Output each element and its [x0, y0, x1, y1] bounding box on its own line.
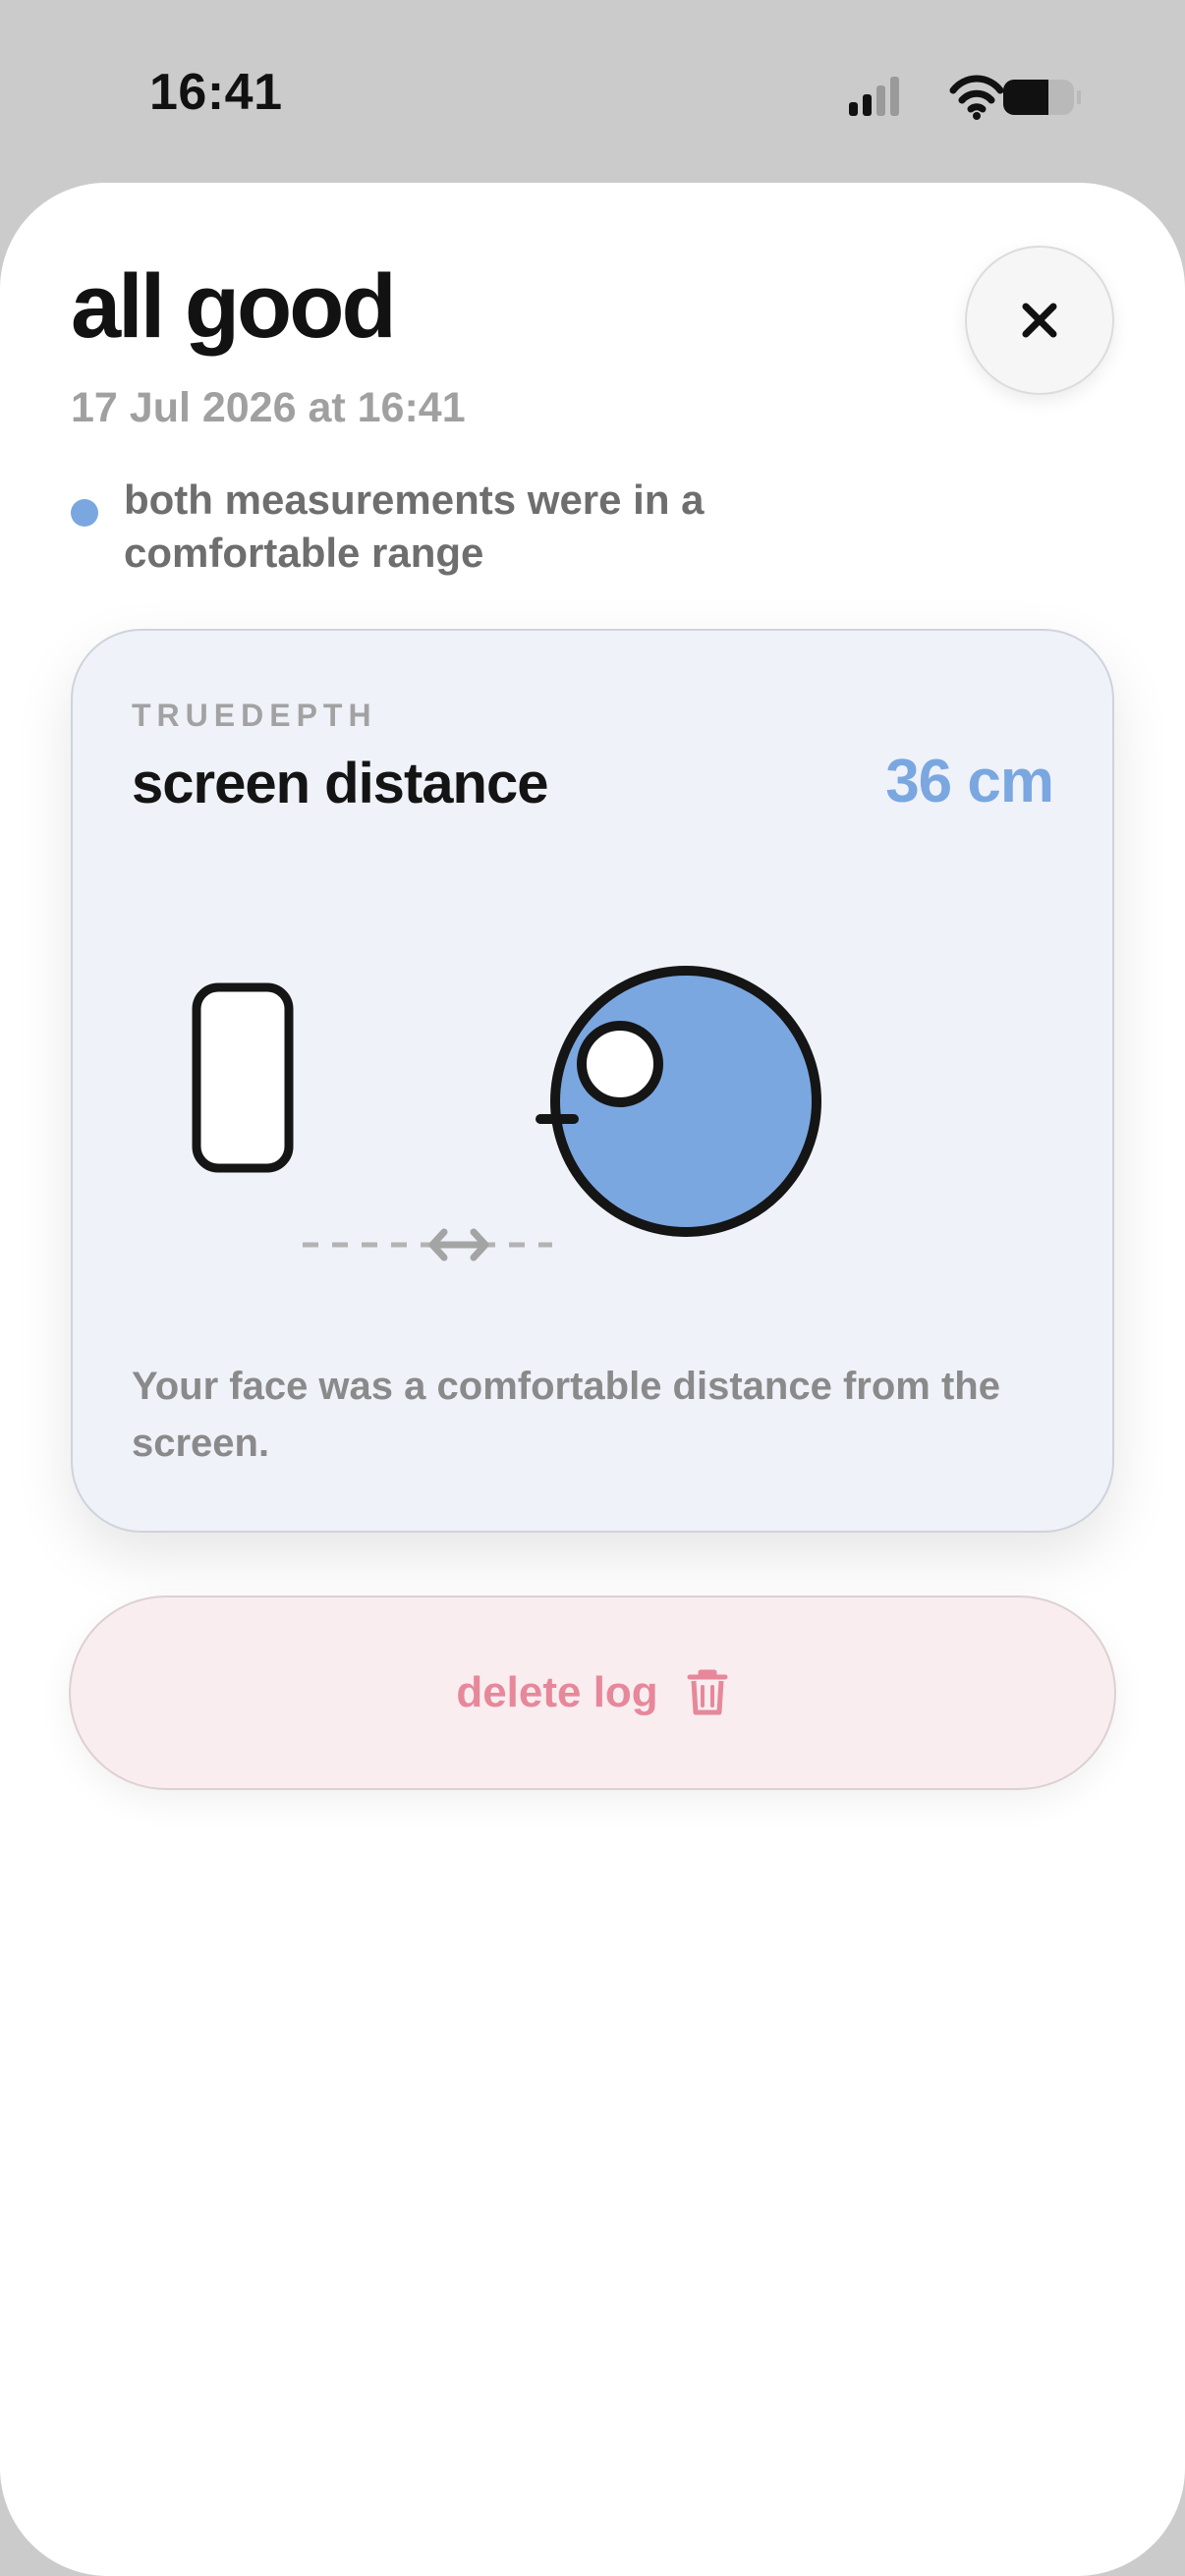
close-button[interactable]	[965, 246, 1114, 395]
status-time: 16:41	[149, 64, 283, 121]
delete-log-button[interactable]: delete log	[69, 1596, 1116, 1790]
page-title: all good	[71, 256, 397, 357]
screen-distance-card[interactable]: TRUEDEPTH screen distance 36 cm Your fac…	[71, 629, 1114, 1533]
status-icons	[849, 75, 1081, 120]
close-icon	[1022, 303, 1057, 338]
log-timestamp: 17 Jul 2026 at 16:41	[71, 384, 466, 431]
face-icon	[536, 966, 821, 1237]
cellular-signal-icon	[849, 77, 899, 116]
phone-icon	[192, 982, 294, 1173]
distance-arrow-icon	[303, 1228, 552, 1261]
trash-icon	[687, 1669, 728, 1715]
wifi-icon	[949, 75, 1004, 120]
log-detail-sheet: all good 17 Jul 2026 at 16:41 both measu…	[0, 183, 1185, 2576]
status-bar: 16:41	[0, 0, 1185, 183]
card-description: Your face was a comfortable distance fro…	[132, 1365, 1000, 1465]
summary-text: both measurements were in a comfortable …	[124, 476, 705, 576]
delete-log-label: delete log	[456, 1668, 658, 1716]
battery-icon	[1003, 80, 1081, 115]
status-indicator-dot	[71, 499, 98, 527]
